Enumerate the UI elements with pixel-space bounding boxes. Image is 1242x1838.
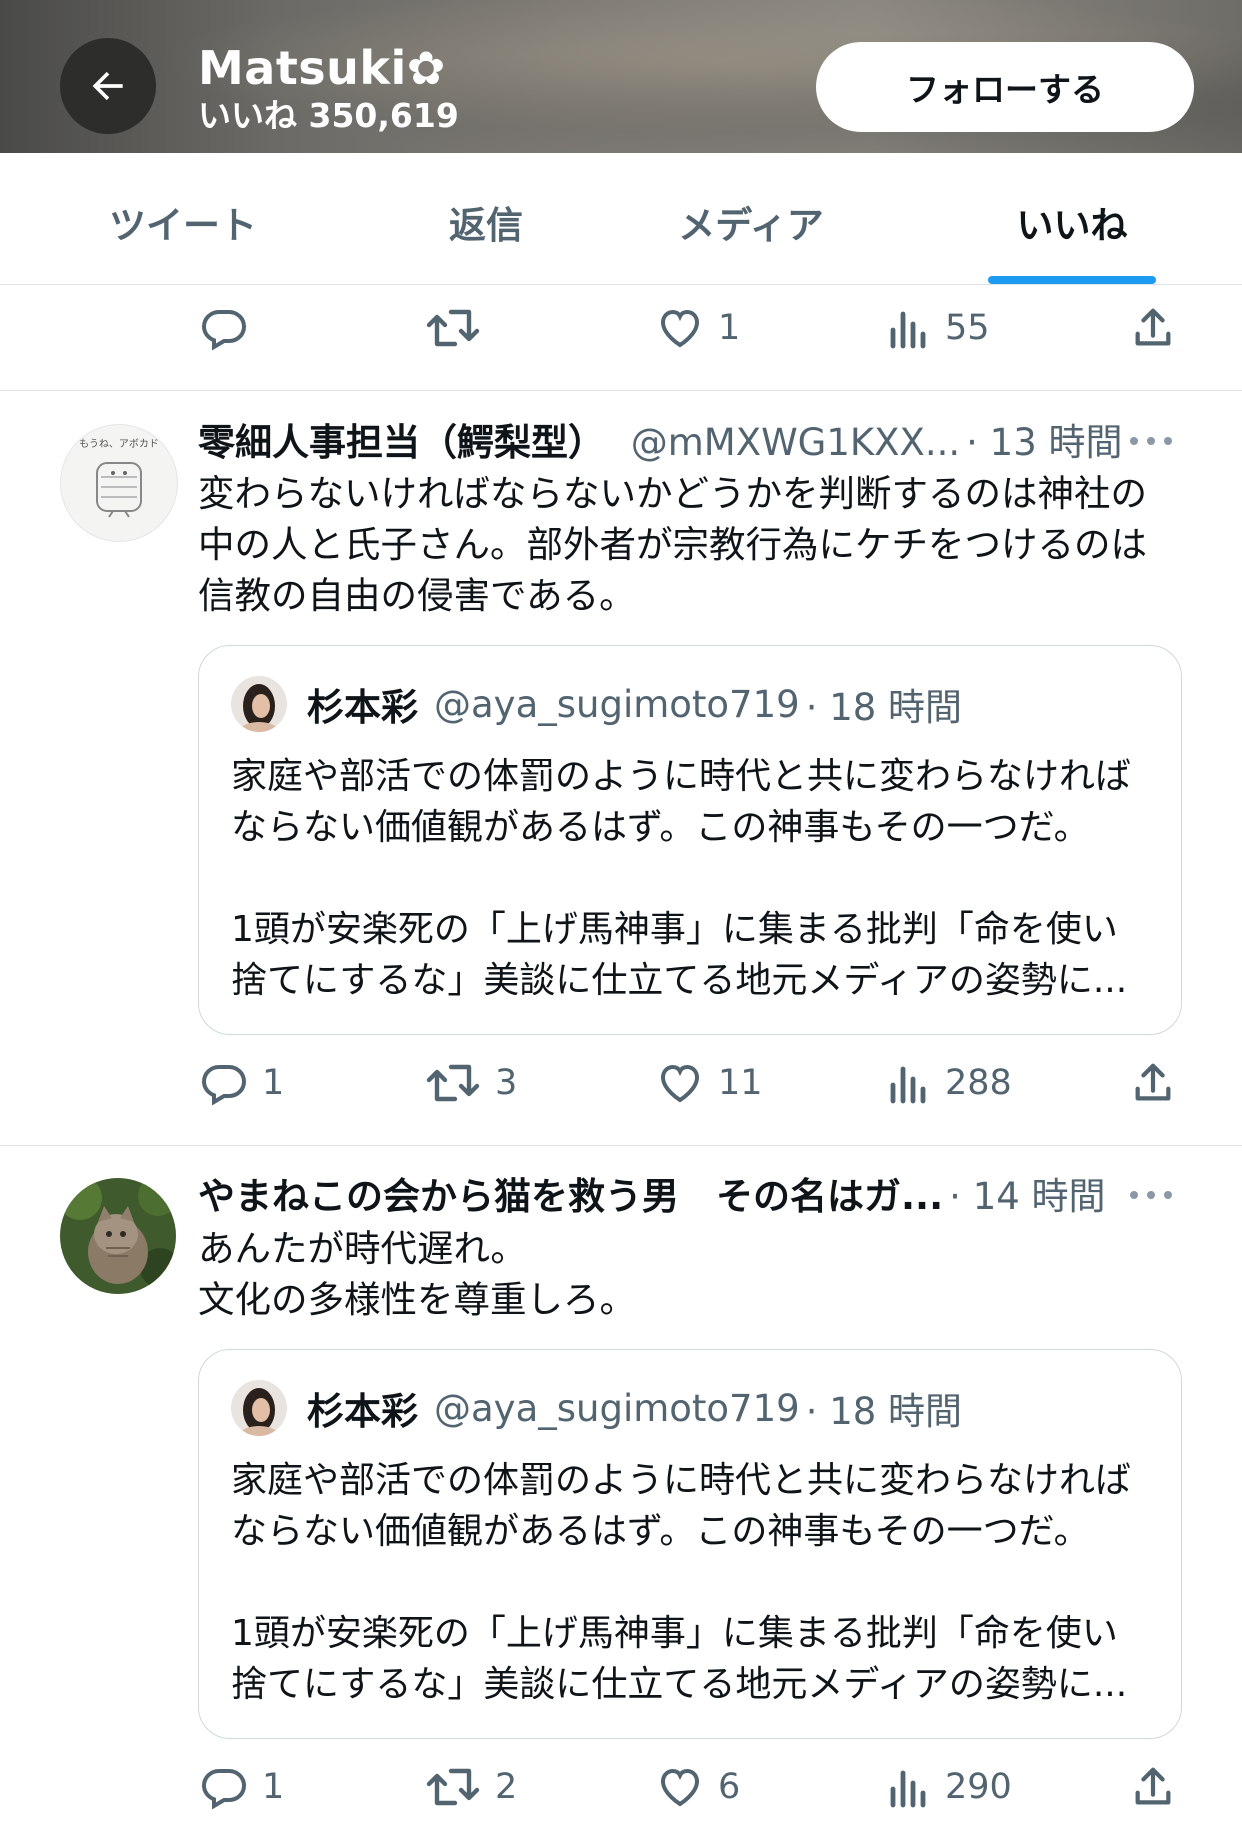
likes-count: いいね 350,619 (198, 96, 459, 135)
tweet-actions: 1 55 (0, 288, 1242, 368)
quoted-tweet-text: 家庭や部活での体罰のように時代と共に変わらなければ ならない価値観があるはず。こ… (231, 756, 1132, 1001)
tab-media[interactable]: メディア (678, 195, 823, 249)
like-count: 11 (718, 1063, 763, 1103)
tab-replies[interactable]: 返信 (449, 195, 523, 249)
heart-icon (660, 1064, 700, 1103)
follow-button[interactable]: フォローする (816, 42, 1194, 132)
tweet-text: 変わらないければならないかどうかを判断するのは神社の 中の人と氏子さん。部外者が… (198, 472, 1147, 617)
divider (0, 1145, 1242, 1146)
reply-button[interactable] (200, 288, 262, 368)
views-button[interactable]: 290 (887, 1747, 1012, 1827)
tweet-time[interactable]: · 13 時間 (966, 421, 1122, 464)
more-icon[interactable] (1128, 1189, 1174, 1201)
profile-header: Matsuki✿ いいね 350,619 フォローする (0, 0, 1242, 153)
reply-icon (201, 310, 247, 351)
tweet-text: あんたが時代遅れ。 文化の多様性を尊重しろ。 (198, 1227, 636, 1321)
retweet-icon (426, 1768, 480, 1806)
reply-icon (201, 1769, 247, 1810)
views-button[interactable]: 55 (887, 288, 990, 368)
more-icon[interactable] (1128, 435, 1174, 447)
heart-icon (660, 1768, 700, 1807)
retweet-count: 3 (495, 1063, 518, 1103)
quoted-tweet-header: 杉本彩 @aya_sugimoto719 · 18 時間 (231, 676, 962, 732)
quoted-avatar (231, 1380, 287, 1436)
view-count: 290 (945, 1767, 1012, 1807)
profile-tabs: ツイート 返信 メディア いいね (0, 153, 1242, 285)
quoted-author-name: 杉本彩 (307, 686, 418, 729)
header-title-block: Matsuki✿ いいね 350,619 (198, 40, 459, 136)
like-count: 6 (718, 1767, 741, 1807)
divider (0, 390, 1242, 391)
retweet-button[interactable] (425, 288, 495, 368)
quoted-avatar (231, 676, 287, 732)
author-name[interactable]: 零細人事担当（鰐梨型） (198, 421, 605, 464)
retweet-button[interactable]: 2 (425, 1747, 517, 1827)
reply-button[interactable]: 1 (200, 1747, 284, 1827)
tweet-header: 零細人事担当（鰐梨型） @mMXWG1KXX... · 13 時間 (198, 418, 1123, 468)
share-button[interactable] (1130, 1043, 1176, 1123)
like-button[interactable]: 11 (656, 1043, 763, 1123)
profile-name: Matsuki✿ (198, 41, 446, 95)
share-icon (1135, 308, 1171, 346)
views-icon (890, 1770, 926, 1808)
avatar[interactable] (60, 1178, 176, 1294)
like-button[interactable]: 1 (656, 288, 740, 368)
reply-count: 1 (262, 1063, 285, 1103)
tweet-actions: 1 2 6 290 (0, 1747, 1242, 1827)
back-button[interactable] (60, 38, 156, 134)
view-count: 288 (945, 1063, 1012, 1103)
share-button[interactable] (1130, 288, 1176, 368)
heart-icon (660, 309, 700, 348)
reply-count: 1 (262, 1767, 285, 1807)
retweet-icon (426, 309, 480, 347)
svg-text:もうね、アボカド: もうね、アボカド (79, 438, 159, 450)
reply-button[interactable]: 1 (200, 1043, 284, 1123)
tweet-header: やまねこの会から猫を救う男 その名はガ... · 14 時間 (198, 1172, 1106, 1222)
arrow-left-icon (92, 71, 123, 101)
like-button[interactable]: 6 (656, 1747, 740, 1827)
retweet-button[interactable]: 3 (425, 1043, 517, 1123)
active-tab-indicator (988, 276, 1156, 284)
retweet-count: 2 (495, 1767, 518, 1807)
quoted-author-handle: @aya_sugimoto719 (434, 1386, 800, 1430)
tweet-actions: 1 3 11 288 (0, 1043, 1242, 1123)
quoted-tweet-text: 家庭や部活での体罰のように時代と共に変わらなければ ならない価値観があるはず。こ… (231, 1460, 1132, 1705)
quoted-tweet[interactable]: 杉本彩 @aya_sugimoto719 · 18 時間 家庭や部活での体罰のよ… (198, 1349, 1182, 1739)
views-button[interactable]: 288 (887, 1043, 1012, 1123)
quoted-author-handle: @aya_sugimoto719 (434, 682, 800, 726)
avatar[interactable]: もうね、アボカド (60, 424, 178, 542)
views-icon (890, 311, 926, 349)
retweet-icon (426, 1064, 480, 1102)
author-handle[interactable]: @mMXWG1KXX... (631, 421, 960, 464)
author-name[interactable]: やまねこの会から猫を救う男 その名はガ... (198, 1175, 943, 1218)
tweet-time[interactable]: · 14 時間 (949, 1175, 1105, 1218)
reply-icon (201, 1065, 247, 1106)
quoted-tweet-time: · 18 時間 (805, 1390, 963, 1433)
share-icon (1135, 1063, 1171, 1101)
quoted-tweet-header: 杉本彩 @aya_sugimoto719 · 18 時間 (231, 1380, 962, 1436)
share-button[interactable] (1130, 1747, 1176, 1827)
tab-likes[interactable]: いいね (1017, 195, 1128, 249)
quoted-tweet-time: · 18 時間 (805, 686, 963, 729)
quoted-author-name: 杉本彩 (307, 1390, 418, 1433)
quoted-tweet[interactable]: 杉本彩 @aya_sugimoto719 · 18 時間 家庭や部活での体罰のよ… (198, 645, 1182, 1035)
tab-tweets[interactable]: ツイート (109, 195, 257, 249)
views-icon (890, 1066, 926, 1104)
share-icon (1135, 1767, 1171, 1805)
